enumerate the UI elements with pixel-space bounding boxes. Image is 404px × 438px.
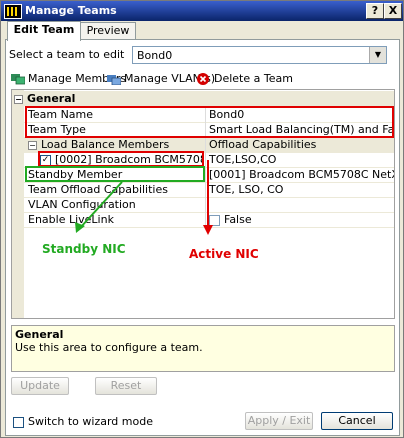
wizard-mode-toggle[interactable]: Switch to wizard mode: [13, 415, 153, 428]
window-title: Manage Teams: [25, 4, 117, 17]
description-text: Use this area to configure a team.: [15, 341, 203, 354]
wizard-label: Switch to wizard mode: [28, 415, 153, 428]
help-button[interactable]: ?: [366, 3, 384, 19]
annotation-arrows: [75, 160, 213, 235]
apply-exit-button[interactable]: Apply / Exit: [245, 412, 313, 430]
team-select[interactable]: Bond0 ▼: [132, 46, 387, 64]
active-nic-annotation: Active NIC: [189, 247, 259, 261]
cancel-button[interactable]: Cancel: [321, 412, 393, 430]
close-button[interactable]: X: [384, 3, 402, 19]
standby-arrow: [79, 181, 123, 229]
update-button[interactable]: Update: [11, 377, 69, 395]
manage-teams-window: Manage Teams ? X Edit Team Preview Selec…: [0, 0, 404, 438]
app-icon: [4, 4, 22, 19]
title-bar[interactable]: Manage Teams ? X: [1, 1, 403, 21]
tab-edit-team[interactable]: Edit Team: [7, 21, 81, 41]
active-arrowhead: [203, 225, 213, 235]
chevron-down-icon[interactable]: ▼: [369, 47, 386, 63]
team-select-value: Bond0: [137, 49, 173, 62]
property-grid: − General Team Name Bond0 Team Type Smart…: [11, 89, 395, 319]
select-team-label: Select a team to edit: [9, 48, 125, 61]
members-icon: [11, 73, 26, 85]
delete-team-label: Delete a Team: [214, 72, 293, 85]
wizard-checkbox[interactable]: [13, 416, 24, 428]
reset-button[interactable]: Reset: [95, 377, 157, 395]
description-pane: General Use this area to configure a tea…: [11, 325, 395, 372]
standby-nic-annotation: Standby NIC: [42, 242, 126, 256]
description-title: General: [15, 328, 64, 341]
delete-team-button[interactable]: Delete a Team: [197, 71, 293, 87]
tab-preview[interactable]: Preview: [80, 22, 136, 40]
vlan-icon: [107, 73, 122, 86]
delete-icon: [197, 73, 211, 85]
